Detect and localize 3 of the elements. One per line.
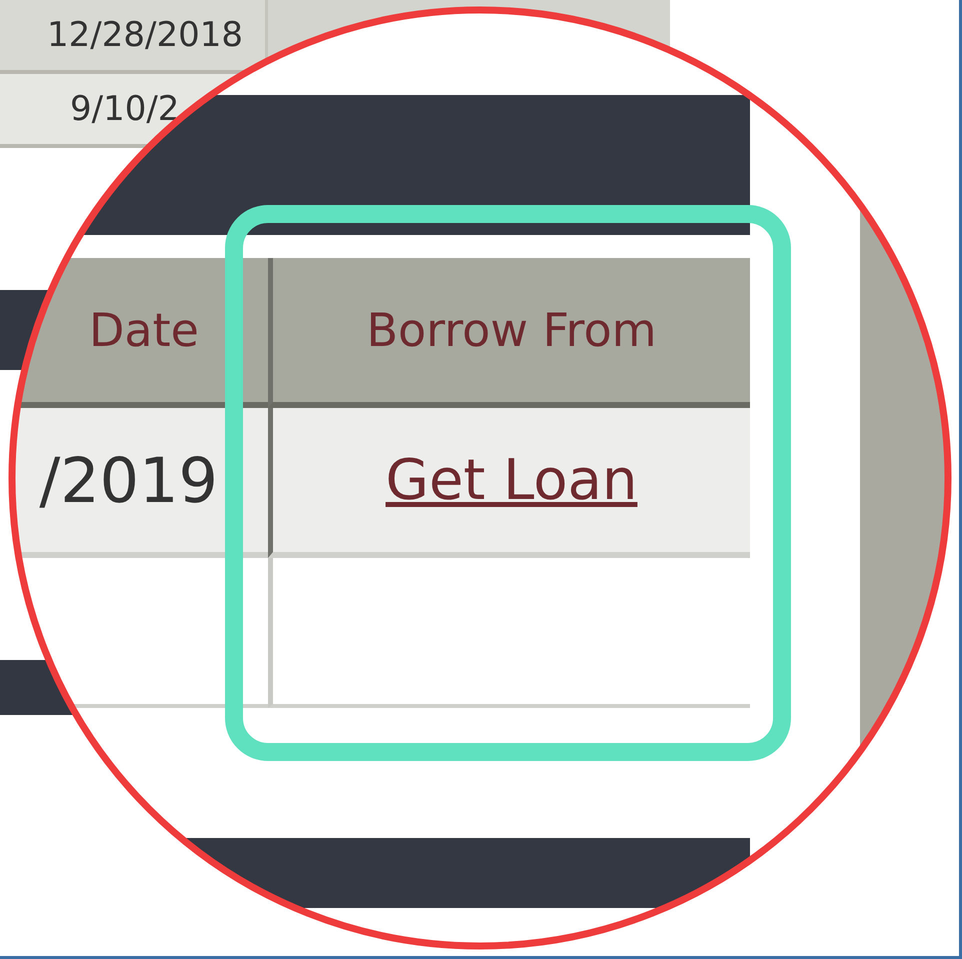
date-cell: 12/28/2018 [47,15,243,55]
column-header: Borrow From [268,258,750,408]
date-cell: 9/10/2 [70,89,180,129]
